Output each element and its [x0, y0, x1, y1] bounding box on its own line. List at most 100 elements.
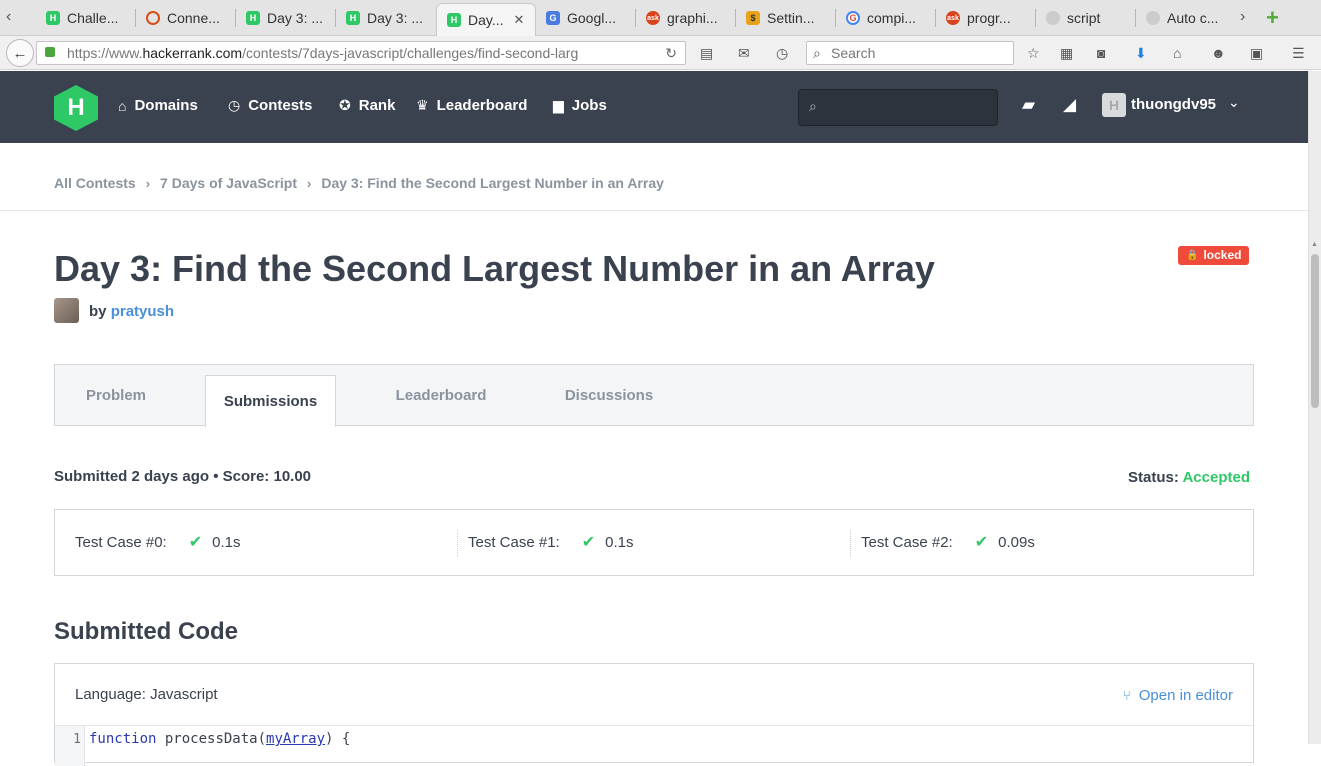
- hackerrank-logo[interactable]: H: [54, 85, 98, 131]
- tab-discussions[interactable]: Discussions: [543, 365, 675, 426]
- chat-icon[interactable]: ☻: [1211, 45, 1226, 61]
- test-case-time: 0.09s: [998, 533, 1035, 551]
- scroll-up-icon[interactable]: ▲: [1311, 241, 1318, 248]
- status-label: Status:: [1128, 469, 1179, 486]
- notifications-icon[interactable]: ◢: [1063, 95, 1076, 115]
- url-bar[interactable]: https://www.hackerrank.com/contests/7day…: [36, 41, 686, 65]
- status-line: Status: Accepted: [1128, 469, 1250, 486]
- browser-tab[interactable]: H Day 3: ...: [336, 4, 436, 32]
- breadcrumb-challenge[interactable]: Day 3: Find the Second Largest Number in…: [321, 175, 664, 191]
- lock-icon: [45, 47, 55, 57]
- code-keyword: function: [89, 731, 157, 747]
- url-host: hackerrank.com: [142, 45, 243, 61]
- browser-tab[interactable]: Conne...: [136, 4, 236, 32]
- url-path: /contests/7days-javascript/challenges/fi…: [242, 45, 579, 61]
- history-icon[interactable]: ◷: [776, 45, 788, 62]
- tab-submissions[interactable]: Submissions: [205, 375, 336, 427]
- divider: [457, 530, 458, 557]
- code-argument: myArray: [266, 731, 326, 747]
- browser-tab[interactable]: ask graphi...: [636, 4, 736, 32]
- code-line: function processData(myArray) {: [89, 731, 350, 747]
- nav-jobs[interactable]: ▆ Jobs: [553, 97, 607, 114]
- browser-tab[interactable]: G compi...: [836, 4, 936, 32]
- reload-icon[interactable]: ↻: [665, 42, 677, 64]
- open-in-editor-link[interactable]: ⑂ Open in editor: [1123, 687, 1233, 704]
- nav-domains[interactable]: ⌂ Domains: [118, 97, 198, 114]
- browser-tab-label: progr...: [967, 10, 1011, 26]
- test-case-label: Test Case #1:: [468, 533, 560, 551]
- avatar[interactable]: H: [1102, 93, 1126, 117]
- submitted-code-heading: Submitted Code: [54, 618, 238, 645]
- extensions-icon[interactable]: ▣: [1250, 45, 1263, 62]
- bookmarks-list-icon[interactable]: ▦: [1060, 45, 1073, 62]
- nav-rank[interactable]: ✪ Rank: [339, 97, 395, 114]
- home-icon[interactable]: ⌂: [1173, 45, 1181, 61]
- browser-tab[interactable]: H Challe...: [36, 4, 136, 32]
- messages-icon[interactable]: ▰: [1022, 95, 1035, 115]
- browser-tab[interactable]: ask progr...: [936, 4, 1036, 32]
- browser-tab-label: graphi...: [667, 10, 718, 26]
- code-function-name: processData(: [156, 731, 267, 747]
- divider: [55, 725, 1253, 726]
- page-scrollbar[interactable]: ▲: [1308, 71, 1321, 744]
- search-input[interactable]: ⌕ Search: [806, 41, 1014, 65]
- nav-label: Leaderboard: [436, 97, 528, 114]
- download-icon[interactable]: ⬇: [1135, 45, 1147, 62]
- menu-icon[interactable]: ☰: [1292, 45, 1305, 62]
- opera-ring-icon: [146, 11, 160, 25]
- browser-tab[interactable]: G Googl...: [536, 4, 636, 32]
- arrow-left-icon: ←: [12, 44, 28, 62]
- nav-leaderboard[interactable]: ♛ Leaderboard: [416, 97, 527, 114]
- bookmark-star-icon[interactable]: ☆: [1027, 45, 1040, 62]
- browser-tab-active[interactable]: H Day... ✕: [436, 3, 536, 36]
- globe-icon: [1046, 11, 1060, 25]
- nav-label: Domains: [134, 97, 198, 114]
- home-icon: ⌂: [118, 97, 127, 114]
- author-line: by pratyush: [89, 303, 174, 320]
- browser-tab[interactable]: $ Settin...: [736, 4, 836, 32]
- avatar-letter: H: [1108, 97, 1120, 113]
- by-label: by: [89, 303, 107, 320]
- line-number: 1: [73, 732, 81, 747]
- globe-icon: [1146, 11, 1160, 25]
- browser-tab[interactable]: H Day 3: ...: [236, 4, 336, 32]
- check-icon: ✔: [581, 534, 596, 551]
- trophy-icon: ♛: [416, 97, 429, 113]
- ask-icon: ask: [946, 11, 960, 25]
- branch-icon: ⑂: [1122, 688, 1131, 703]
- tab-scroll-left-icon[interactable]: ‹: [6, 8, 11, 26]
- divider: [850, 530, 851, 557]
- browser-tab[interactable]: script: [1036, 4, 1136, 32]
- test-case-time: 0.1s: [212, 533, 241, 551]
- lock-icon: 🔒: [1186, 250, 1199, 261]
- author-link[interactable]: pratyush: [111, 303, 174, 320]
- chevron-down-icon[interactable]: ⌄: [1228, 94, 1240, 111]
- scrollbar-thumb[interactable]: [1311, 254, 1319, 408]
- nav-label: Jobs: [571, 97, 607, 114]
- author-avatar[interactable]: [54, 298, 79, 323]
- mail-icon[interactable]: ✉: [738, 45, 750, 62]
- breadcrumb-all-contests[interactable]: All Contests: [54, 175, 136, 191]
- reader-view-icon[interactable]: ▤: [700, 45, 713, 62]
- briefcase-icon: ▆: [553, 97, 564, 113]
- google-icon: G: [846, 11, 860, 25]
- new-tab-icon[interactable]: +: [1266, 5, 1279, 31]
- test-case[interactable]: Test Case #1: ✔ 0.1s: [468, 532, 633, 552]
- site-search-input[interactable]: ⌕: [798, 89, 998, 126]
- browser-toolbar: ← https://www.hackerrank.com/contests/7d…: [0, 36, 1321, 70]
- breadcrumb-contest[interactable]: 7 Days of JavaScript: [160, 175, 297, 191]
- tab-leaderboard[interactable]: Leaderboard: [375, 365, 507, 426]
- test-case[interactable]: Test Case #0: ✔ 0.1s: [75, 532, 240, 552]
- test-case[interactable]: Test Case #2: ✔ 0.09s: [861, 532, 1035, 552]
- ask-icon: ask: [646, 11, 660, 25]
- username[interactable]: thuongdv95: [1131, 96, 1216, 113]
- test-case-label: Test Case #2:: [861, 533, 953, 551]
- pocket-icon[interactable]: ◙: [1097, 45, 1105, 61]
- nav-contests[interactable]: ◷ Contests: [228, 97, 312, 114]
- browser-tab[interactable]: Auto c...: [1136, 4, 1236, 32]
- back-button[interactable]: ←: [6, 39, 34, 67]
- search-icon: ⌕: [809, 98, 817, 114]
- close-tab-icon[interactable]: ✕: [514, 12, 525, 28]
- tab-problem[interactable]: Problem: [55, 365, 177, 426]
- tab-scroll-right-icon[interactable]: ›: [1240, 8, 1245, 26]
